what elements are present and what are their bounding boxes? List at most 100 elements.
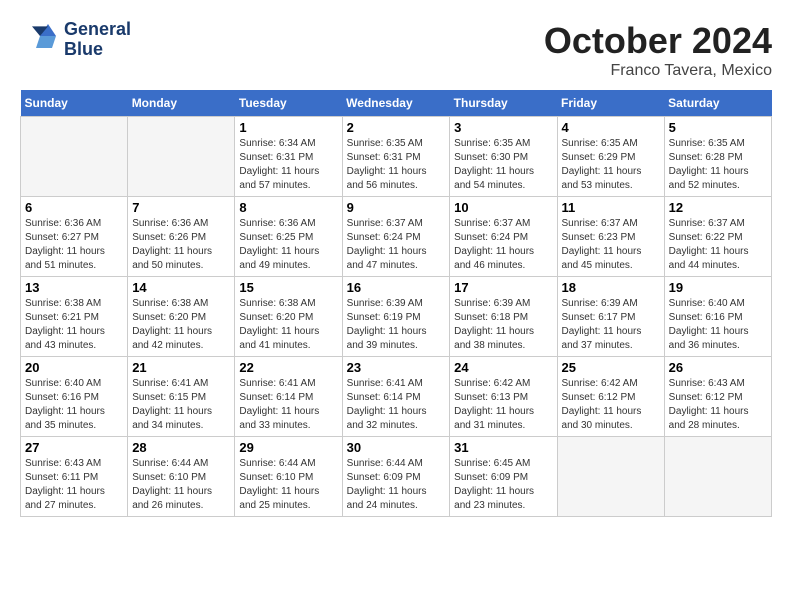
calendar-week-row: 20Sunrise: 6:40 AMSunset: 6:16 PMDayligh… (21, 357, 772, 437)
calendar-cell: 20Sunrise: 6:40 AMSunset: 6:16 PMDayligh… (21, 357, 128, 437)
day-number: 24 (454, 360, 552, 375)
calendar-cell: 27 Sunrise: 6:43 AMSunset: 6:11 PMDayligh… (21, 437, 128, 517)
calendar-body: 1 Sunrise: 6:34 AMSunset: 6:31 PMDaylight… (21, 117, 772, 517)
day-info: Sunrise: 6:44 AMSunset: 6:10 PMDaylight:… (239, 457, 337, 513)
day-number: 7 (132, 200, 230, 215)
day-info: Sunrise: 6:36 AMSunset: 6:25 PMDaylight:… (239, 217, 337, 273)
day-info: Sunrise: 6:38 AMSunset: 6:21 PMDaylight:… (25, 297, 123, 353)
day-number: 3 (454, 120, 552, 135)
calendar-cell: 24 Sunrise: 6:42 AMSunset: 6:13 PMDayligh… (450, 357, 557, 437)
calendar-cell: 26Sunrise: 6:43 AMSunset: 6:12 PMDayligh… (664, 357, 771, 437)
day-info: Sunrise: 6:37 AMSunset: 6:23 PMDaylight:… (562, 217, 660, 273)
day-info: Sunrise: 6:35 AMSunset: 6:29 PMDaylight:… (562, 137, 660, 193)
day-info: Sunrise: 6:44 AMSunset: 6:10 PMDaylight:… (132, 457, 230, 513)
logo-text: General Blue (64, 20, 131, 60)
calendar-cell: 22Sunrise: 6:41 AMSunset: 6:14 PMDayligh… (235, 357, 342, 437)
month-title: October 2024 (544, 20, 772, 62)
calendar-cell (664, 437, 771, 517)
logo: General Blue (20, 20, 131, 60)
day-info: Sunrise: 6:36 AMSunset: 6:26 PMDaylight:… (132, 217, 230, 273)
day-number: 25 (562, 360, 660, 375)
calendar-cell (557, 437, 664, 517)
calendar-cell: 12 Sunrise: 6:37 AMSunset: 6:22 PMDayligh… (664, 197, 771, 277)
day-number: 10 (454, 200, 552, 215)
logo-line2: Blue (64, 40, 131, 60)
logo-icon (20, 20, 60, 60)
day-number: 19 (669, 280, 767, 295)
calendar-cell: 3 Sunrise: 6:35 AMSunset: 6:30 PMDaylight… (450, 117, 557, 197)
calendar-cell: 28Sunrise: 6:44 AMSunset: 6:10 PMDayligh… (128, 437, 235, 517)
calendar-cell (128, 117, 235, 197)
day-info: Sunrise: 6:42 AMSunset: 6:13 PMDaylight:… (454, 377, 552, 433)
day-number: 20 (25, 360, 123, 375)
day-number: 22 (239, 360, 337, 375)
day-info: Sunrise: 6:35 AMSunset: 6:30 PMDaylight:… (454, 137, 552, 193)
calendar-cell: 21 Sunrise: 6:41 AMSunset: 6:15 PMDayligh… (128, 357, 235, 437)
day-info: Sunrise: 6:40 AMSunset: 6:16 PMDaylight:… (669, 297, 767, 353)
calendar-week-row: 1 Sunrise: 6:34 AMSunset: 6:31 PMDaylight… (21, 117, 772, 197)
calendar-cell: 6 Sunrise: 6:36 AMSunset: 6:27 PMDaylight… (21, 197, 128, 277)
location-title: Franco Tavera, Mexico (544, 62, 772, 80)
day-number: 31 (454, 440, 552, 455)
calendar-cell: 15Sunrise: 6:38 AMSunset: 6:20 PMDayligh… (235, 277, 342, 357)
day-number: 17 (454, 280, 552, 295)
day-info: Sunrise: 6:35 AMSunset: 6:31 PMDaylight:… (347, 137, 446, 193)
day-info: Sunrise: 6:37 AMSunset: 6:24 PMDaylight:… (347, 217, 446, 273)
calendar-cell: 23 Sunrise: 6:41 AMSunset: 6:14 PMDayligh… (342, 357, 450, 437)
day-number: 1 (239, 120, 337, 135)
calendar-cell: 19 Sunrise: 6:40 AMSunset: 6:16 PMDayligh… (664, 277, 771, 357)
day-number: 26 (669, 360, 767, 375)
day-number: 21 (132, 360, 230, 375)
day-info: Sunrise: 6:39 AMSunset: 6:17 PMDaylight:… (562, 297, 660, 353)
calendar-cell: 18 Sunrise: 6:39 AMSunset: 6:17 PMDayligh… (557, 277, 664, 357)
day-number: 12 (669, 200, 767, 215)
calendar-week-row: 13 Sunrise: 6:38 AMSunset: 6:21 PMDayligh… (21, 277, 772, 357)
day-info: Sunrise: 6:37 AMSunset: 6:22 PMDaylight:… (669, 217, 767, 273)
calendar-cell: 8Sunrise: 6:36 AMSunset: 6:25 PMDaylight… (235, 197, 342, 277)
title-area: October 2024 Franco Tavera, Mexico (544, 20, 772, 80)
day-info: Sunrise: 6:34 AMSunset: 6:31 PMDaylight:… (239, 137, 337, 193)
day-number: 15 (239, 280, 337, 295)
calendar-cell: 17 Sunrise: 6:39 AMSunset: 6:18 PMDayligh… (450, 277, 557, 357)
day-number: 16 (347, 280, 446, 295)
day-number: 27 (25, 440, 123, 455)
weekday-header: Wednesday (342, 90, 450, 117)
calendar-cell: 13 Sunrise: 6:38 AMSunset: 6:21 PMDayligh… (21, 277, 128, 357)
day-info: Sunrise: 6:43 AMSunset: 6:11 PMDaylight:… (25, 457, 123, 513)
day-number: 23 (347, 360, 446, 375)
weekday-header: Sunday (21, 90, 128, 117)
weekday-header: Thursday (450, 90, 557, 117)
calendar-cell (21, 117, 128, 197)
day-info: Sunrise: 6:37 AMSunset: 6:24 PMDaylight:… (454, 217, 552, 273)
calendar-cell: 9 Sunrise: 6:37 AMSunset: 6:24 PMDaylight… (342, 197, 450, 277)
day-info: Sunrise: 6:45 AMSunset: 6:09 PMDaylight:… (454, 457, 552, 513)
calendar-header-row: SundayMondayTuesdayWednesdayThursdayFrid… (21, 90, 772, 117)
day-info: Sunrise: 6:39 AMSunset: 6:19 PMDaylight:… (347, 297, 446, 353)
day-number: 13 (25, 280, 123, 295)
calendar-cell: 1 Sunrise: 6:34 AMSunset: 6:31 PMDaylight… (235, 117, 342, 197)
day-number: 18 (562, 280, 660, 295)
calendar-cell: 4 Sunrise: 6:35 AMSunset: 6:29 PMDaylight… (557, 117, 664, 197)
calendar-table: SundayMondayTuesdayWednesdayThursdayFrid… (20, 90, 772, 517)
day-info: Sunrise: 6:42 AMSunset: 6:12 PMDaylight:… (562, 377, 660, 433)
day-number: 4 (562, 120, 660, 135)
calendar-cell: 16 Sunrise: 6:39 AMSunset: 6:19 PMDayligh… (342, 277, 450, 357)
day-info: Sunrise: 6:39 AMSunset: 6:18 PMDaylight:… (454, 297, 552, 353)
day-number: 6 (25, 200, 123, 215)
day-number: 30 (347, 440, 446, 455)
day-number: 9 (347, 200, 446, 215)
day-info: Sunrise: 6:35 AMSunset: 6:28 PMDaylight:… (669, 137, 767, 193)
logo-line1: General (64, 20, 131, 40)
calendar-cell: 2Sunrise: 6:35 AMSunset: 6:31 PMDaylight… (342, 117, 450, 197)
calendar-cell: 30Sunrise: 6:44 AMSunset: 6:09 PMDayligh… (342, 437, 450, 517)
calendar-week-row: 6 Sunrise: 6:36 AMSunset: 6:27 PMDaylight… (21, 197, 772, 277)
day-number: 5 (669, 120, 767, 135)
day-info: Sunrise: 6:36 AMSunset: 6:27 PMDaylight:… (25, 217, 123, 273)
weekday-header: Saturday (664, 90, 771, 117)
day-number: 11 (562, 200, 660, 215)
day-info: Sunrise: 6:41 AMSunset: 6:14 PMDaylight:… (347, 377, 446, 433)
calendar-cell: 29Sunrise: 6:44 AMSunset: 6:10 PMDayligh… (235, 437, 342, 517)
day-info: Sunrise: 6:38 AMSunset: 6:20 PMDaylight:… (132, 297, 230, 353)
day-info: Sunrise: 6:41 AMSunset: 6:15 PMDaylight:… (132, 377, 230, 433)
calendar-week-row: 27 Sunrise: 6:43 AMSunset: 6:11 PMDayligh… (21, 437, 772, 517)
